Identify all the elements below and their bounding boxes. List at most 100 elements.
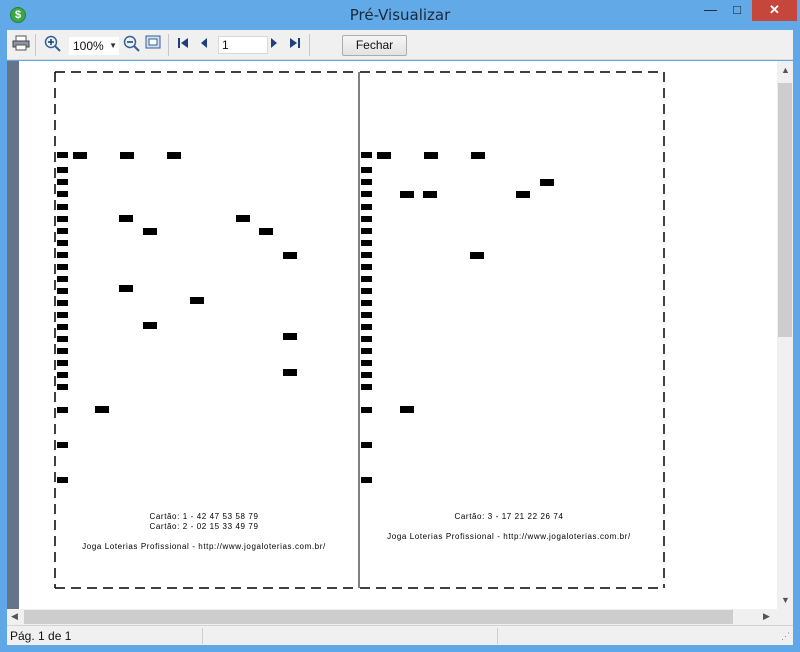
timing-mark <box>361 252 372 258</box>
maximize-button[interactable]: □ <box>724 0 750 21</box>
timing-mark <box>57 252 68 258</box>
bet-mark <box>424 152 438 159</box>
zoom-in-icon <box>44 35 61 52</box>
timing-mark <box>57 477 68 483</box>
timing-mark <box>361 179 372 185</box>
timing-mark <box>361 442 372 448</box>
scrollbar-corner <box>777 609 793 625</box>
bet-mark <box>283 369 297 376</box>
fit-page-icon <box>145 35 161 49</box>
zoom-value: 100% <box>73 39 104 53</box>
timing-mark <box>361 407 372 413</box>
timing-mark <box>361 300 372 306</box>
preview-window: $ Pré-Visualizar — □ ✕ 100% ▼ 1 Fechar C… <box>0 0 800 652</box>
bet-mark <box>143 322 157 329</box>
timing-mark <box>361 216 372 222</box>
ticket-card: Cartão: 3 - 17 21 22 26 74 Joga Loterias… <box>359 71 665 589</box>
timing-mark <box>57 264 68 270</box>
last-page-icon <box>290 38 300 48</box>
bet-mark <box>400 191 414 198</box>
bet-mark <box>73 152 87 159</box>
print-button[interactable] <box>11 35 31 55</box>
bet-mark <box>236 215 250 222</box>
previous-page-icon <box>201 38 207 48</box>
timing-mark <box>361 324 372 330</box>
title-bar[interactable]: $ Pré-Visualizar — □ ✕ <box>0 0 800 30</box>
bet-mark <box>259 228 273 235</box>
status-divider <box>497 628 498 644</box>
chevron-down-icon: ▼ <box>109 41 117 50</box>
timing-mark <box>361 312 372 318</box>
close-preview-button[interactable]: Fechar <box>342 35 407 56</box>
minimize-button[interactable]: — <box>697 0 724 21</box>
timing-mark <box>361 204 372 210</box>
timing-mark <box>361 191 372 197</box>
page-edge-strip <box>7 61 19 609</box>
bet-mark <box>95 406 109 413</box>
toolbar-separator <box>168 34 169 56</box>
timing-mark <box>361 477 372 483</box>
page-number-input[interactable]: 1 <box>218 36 268 54</box>
timing-mark <box>361 264 372 270</box>
ticket-footer: Joga Loterias Profissional - http://www.… <box>387 532 631 541</box>
timing-mark <box>57 152 68 158</box>
zoom-out-button[interactable] <box>121 35 141 55</box>
ticket-footer: Joga Loterias Profissional - http://www.… <box>82 542 326 551</box>
printer-icon <box>12 35 30 51</box>
ticket-card: Cartão: 1 - 42 47 53 58 79 Cartão: 2 - 0… <box>54 71 360 589</box>
bet-mark <box>400 406 414 413</box>
timing-mark <box>57 324 68 330</box>
bet-mark <box>540 179 554 186</box>
fit-page-button[interactable] <box>143 35 163 55</box>
horizontal-scroll-thumb[interactable] <box>24 610 733 624</box>
bet-mark <box>283 252 297 259</box>
timing-mark <box>57 276 68 282</box>
timing-mark <box>57 348 68 354</box>
vertical-scrollbar[interactable]: ▲ ▼ <box>777 61 793 609</box>
resize-grip-icon[interactable]: ⋰ <box>781 631 790 642</box>
timing-mark <box>57 312 68 318</box>
toolbar-separator <box>309 34 310 56</box>
bet-mark <box>119 215 133 222</box>
timing-mark <box>57 407 68 413</box>
timing-mark <box>361 276 372 282</box>
bet-mark <box>377 152 391 159</box>
zoom-select[interactable]: 100% ▼ <box>69 37 119 55</box>
first-page-icon <box>178 38 188 48</box>
ticket-line: Cartão: 1 - 42 47 53 58 79 <box>149 512 259 521</box>
scroll-up-icon[interactable]: ▲ <box>781 65 790 75</box>
previous-page-button[interactable] <box>197 35 211 55</box>
timing-mark <box>361 336 372 342</box>
timing-mark <box>361 372 372 378</box>
bet-mark <box>167 152 181 159</box>
first-page-button[interactable] <box>175 35 191 55</box>
bet-mark <box>120 152 134 159</box>
close-window-button[interactable]: ✕ <box>752 0 797 21</box>
next-page-button[interactable] <box>267 35 281 55</box>
toolbar-separator <box>35 34 36 56</box>
bet-mark <box>516 191 530 198</box>
timing-mark <box>57 204 68 210</box>
toolbar: 100% ▼ 1 Fechar <box>7 30 793 60</box>
last-page-button[interactable] <box>287 35 303 55</box>
timing-mark <box>361 152 372 158</box>
page-status: Pág. 1 de 1 <box>10 629 72 643</box>
timing-mark <box>57 336 68 342</box>
scroll-right-icon[interactable]: ▶ <box>763 611 770 622</box>
horizontal-scrollbar[interactable]: ◀ ▶ <box>7 609 777 625</box>
timing-mark <box>57 372 68 378</box>
preview-area[interactable]: Cartão: 1 - 42 47 53 58 79 Cartão: 2 - 0… <box>7 61 777 609</box>
timing-mark <box>57 360 68 366</box>
window-title: Pré-Visualizar <box>349 6 451 24</box>
timing-mark <box>57 228 68 234</box>
vertical-scroll-thumb[interactable] <box>778 83 792 337</box>
bet-mark <box>283 333 297 340</box>
timing-mark <box>361 288 372 294</box>
timing-mark <box>361 384 372 390</box>
scroll-left-icon[interactable]: ◀ <box>11 611 18 622</box>
bet-mark <box>471 152 485 159</box>
timing-mark <box>57 179 68 185</box>
zoom-out-icon <box>123 35 140 52</box>
zoom-in-button[interactable] <box>42 35 62 55</box>
scroll-down-icon[interactable]: ▼ <box>781 595 790 605</box>
